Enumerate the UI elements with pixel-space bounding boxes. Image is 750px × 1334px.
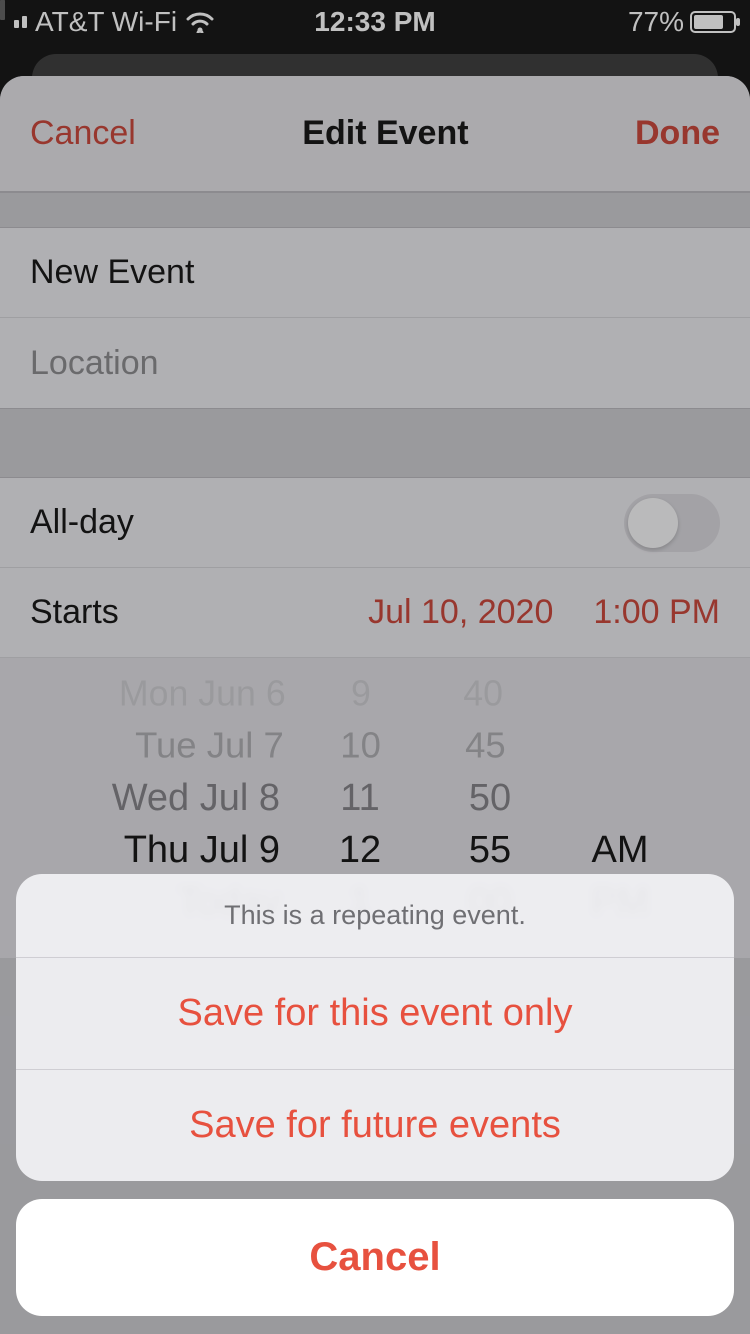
action-sheet-group: This is a repeating event. Save for this… [16, 874, 734, 1181]
all-day-label: All-day [30, 503, 624, 542]
event-location-field[interactable]: Location [0, 318, 750, 408]
status-left: AT&T Wi-Fi [14, 6, 314, 38]
battery-fill [694, 15, 723, 29]
title-location-group: New Event Location [0, 228, 750, 408]
starts-date-value: Jul 10, 2020 [368, 593, 553, 632]
event-location-placeholder: Location [30, 344, 159, 383]
all-day-row: All-day [0, 478, 750, 568]
picker-row[interactable]: Thu Jul 9 12 55 AM [30, 824, 720, 876]
modal-nav-bar: Cancel Edit Event Done [0, 76, 750, 192]
section-gap [0, 408, 750, 478]
wifi-icon [185, 11, 215, 33]
event-title-field[interactable]: New Event [0, 228, 750, 318]
carrier-label: AT&T Wi-Fi [35, 6, 177, 38]
save-future-events-button[interactable]: Save for future events [16, 1070, 734, 1181]
save-this-event-only-button[interactable]: Save for this event only [16, 958, 734, 1070]
signal-icon [14, 16, 27, 28]
section-gap [0, 192, 750, 228]
action-sheet-cancel-group: Cancel [16, 1199, 734, 1316]
action-sheet: This is a repeating event. Save for this… [16, 874, 734, 1316]
all-day-toggle[interactable] [624, 494, 720, 552]
status-bar: AT&T Wi-Fi 12:33 PM 77% [0, 0, 750, 44]
cancel-button[interactable]: Cancel [30, 114, 136, 153]
action-sheet-cancel-button[interactable]: Cancel [16, 1199, 734, 1316]
battery-icon [690, 11, 736, 33]
event-title-value: New Event [30, 253, 194, 292]
status-right: 77% [436, 6, 736, 38]
toggle-knob [628, 498, 678, 548]
action-sheet-message: This is a repeating event. [16, 874, 734, 958]
modal-title: Edit Event [302, 114, 468, 153]
picker-row[interactable]: Tue Jul 7 10 45 [44, 721, 706, 771]
starts-label: Starts [30, 593, 368, 632]
picker-row[interactable]: Wed Jul 8 11 50 [30, 772, 720, 824]
status-time: 12:33 PM [314, 6, 435, 38]
starts-row[interactable]: Starts Jul 10, 2020 1:00 PM [0, 568, 750, 658]
battery-percent-label: 77% [628, 6, 684, 38]
starts-time-value: 1:00 PM [593, 593, 720, 632]
picker-row[interactable]: Mon Jun 6 9 40 [51, 670, 700, 719]
done-button[interactable]: Done [635, 114, 720, 153]
